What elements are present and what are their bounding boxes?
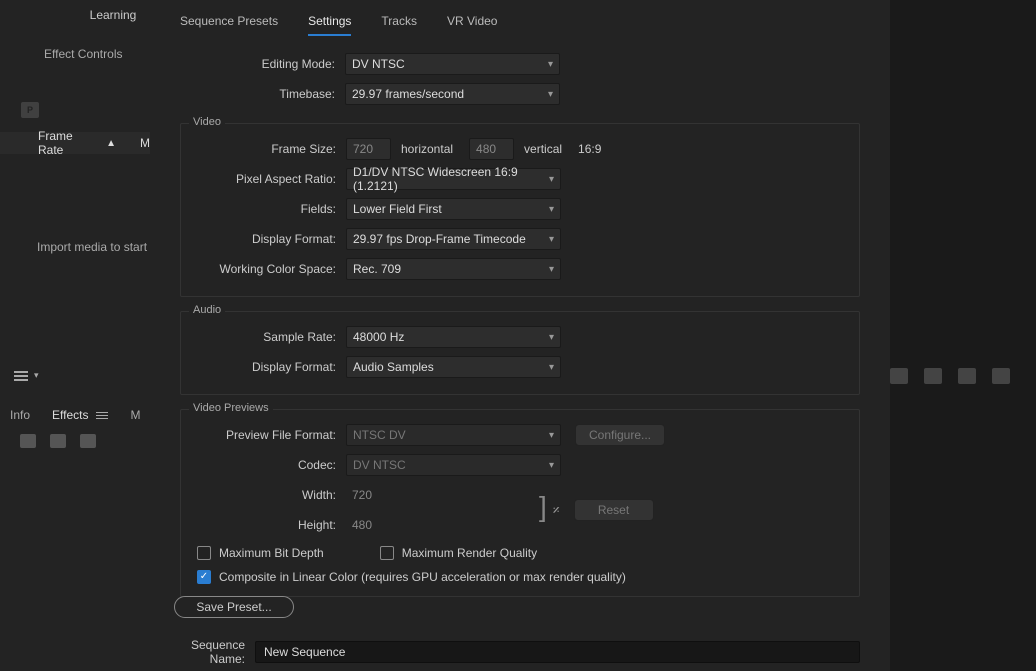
preview-height-value: 480 — [346, 514, 391, 536]
horizontal-label: horizontal — [401, 142, 453, 156]
filter-icon-3[interactable] — [80, 434, 96, 448]
fields-value: Lower Field First — [353, 202, 442, 216]
tab-vr-video[interactable]: VR Video — [447, 14, 497, 36]
tool-icon-1[interactable] — [890, 368, 908, 384]
timebase-dropdown[interactable]: 29.97 frames/second ▾ — [345, 83, 560, 105]
effects-filter-icons — [20, 434, 96, 448]
chevron-down-icon: ▾ — [548, 89, 553, 100]
color-space-value: Rec. 709 — [353, 262, 401, 276]
panel-tab-info[interactable]: Info — [10, 408, 30, 422]
preview-width-value: 720 — [346, 484, 391, 506]
aspect-ratio-text: 16:9 — [578, 142, 601, 156]
column-header-media-initial: M — [140, 136, 150, 150]
new-sequence-dialog: Sequence Presets Settings Tracks VR Vide… — [150, 0, 890, 671]
video-group: Video Frame Size: 720 horizontal 480 ver… — [180, 123, 860, 297]
panel-tab-effect-controls[interactable]: Effect Controls — [44, 47, 122, 61]
chevron-down-icon: ▾ — [549, 332, 554, 343]
panel-tab-effects[interactable]: Effects — [52, 408, 88, 422]
max-bit-depth-checkbox[interactable] — [197, 546, 211, 560]
chevron-down-icon: ▾ — [549, 460, 554, 471]
editing-mode-dropdown[interactable]: DV NTSC ▾ — [345, 53, 560, 75]
panel-options-button[interactable]: ▾ — [14, 370, 39, 381]
chevron-down-icon: ▾ — [34, 370, 39, 381]
bracket-icon: ] — [539, 493, 547, 521]
reset-button: Reset — [574, 499, 654, 521]
panel-tab-m[interactable]: M — [130, 408, 140, 422]
preview-file-format-label: Preview File Format: — [191, 428, 346, 442]
composite-linear-label: Composite in Linear Color (requires GPU … — [219, 570, 626, 584]
editing-mode-label: Editing Mode: — [180, 57, 345, 71]
audio-group: Audio Sample Rate: 48000 Hz▾ Display For… — [180, 311, 860, 395]
timebase-label: Timebase: — [180, 87, 345, 101]
composite-linear-checkbox[interactable] — [197, 570, 211, 584]
list-icon — [14, 371, 28, 381]
save-preset-button[interactable]: Save Preset... — [174, 596, 294, 618]
video-display-format-label: Display Format: — [191, 232, 346, 246]
sample-rate-label: Sample Rate: — [191, 330, 346, 344]
tool-icon-3[interactable] — [958, 368, 976, 384]
filter-icon-2[interactable] — [50, 434, 66, 448]
sort-asc-icon: ▲ — [106, 138, 116, 149]
left-panel-bg — [0, 0, 150, 671]
pixel-aspect-label: Pixel Aspect Ratio: — [191, 172, 346, 186]
chevron-down-icon: ▾ — [549, 430, 554, 441]
audio-display-format-value: Audio Samples — [353, 360, 434, 374]
audio-display-format-dropdown[interactable]: Audio Samples ▾ — [346, 356, 561, 378]
column-header-frame-rate[interactable]: Frame Rate ▲ M — [0, 132, 150, 154]
pixel-aspect-value: D1/DV NTSC Widescreen 16:9 (1.2121) — [353, 165, 549, 193]
chevron-down-icon: ▾ — [549, 174, 554, 185]
preview-file-format-dropdown: NTSC DV ▾ — [346, 424, 561, 446]
import-media-hint: Import media to start — [37, 240, 147, 254]
fields-dropdown[interactable]: Lower Field First ▾ — [346, 198, 561, 220]
max-bit-depth-label: Maximum Bit Depth — [219, 546, 324, 560]
sequence-name-input[interactable] — [255, 641, 860, 663]
pixel-aspect-dropdown[interactable]: D1/DV NTSC Widescreen 16:9 (1.2121)▾ — [346, 168, 561, 190]
chevron-down-icon: ▾ — [549, 204, 554, 215]
column-header-label: Frame Rate — [38, 129, 100, 157]
audio-group-title: Audio — [189, 304, 225, 316]
tab-tracks[interactable]: Tracks — [381, 14, 417, 36]
tool-icon-4[interactable] — [992, 368, 1010, 384]
panel-p-icon[interactable]: P — [21, 102, 39, 118]
preview-height-label: Height: — [191, 518, 346, 532]
audio-display-format-label: Display Format: — [191, 360, 346, 374]
link-icon[interactable]: 𝄎 — [553, 502, 560, 519]
sample-rate-value: 48000 Hz — [353, 330, 404, 344]
editing-mode-value: DV NTSC — [352, 57, 405, 71]
codec-value: DV NTSC — [353, 458, 406, 472]
chevron-down-icon: ▾ — [549, 362, 554, 373]
sample-rate-dropdown[interactable]: 48000 Hz ▾ — [346, 326, 561, 348]
max-render-quality-label: Maximum Render Quality — [402, 546, 537, 560]
color-space-label: Working Color Space: — [191, 262, 346, 276]
configure-button: Configure... — [575, 424, 665, 446]
codec-dropdown: DV NTSC ▾ — [346, 454, 561, 476]
preview-width-label: Width: — [191, 488, 346, 502]
video-display-format-dropdown[interactable]: 29.97 fps Drop-Frame Timecode ▾ — [346, 228, 561, 250]
chevron-down-icon: ▾ — [548, 59, 553, 70]
chevron-down-icon: ▾ — [549, 234, 554, 245]
video-display-format-value: 29.97 fps Drop-Frame Timecode — [353, 232, 526, 246]
video-group-title: Video — [189, 116, 225, 128]
timeline-tool-icons — [890, 368, 1010, 384]
video-previews-title: Video Previews — [189, 402, 273, 414]
max-render-quality-checkbox[interactable] — [380, 546, 394, 560]
timebase-value: 29.97 frames/second — [352, 87, 464, 101]
filter-icon-1[interactable] — [20, 434, 36, 448]
video-previews-group: Video Previews Preview File Format: NTSC… — [180, 409, 860, 597]
sequence-name-label: Sequence Name: — [165, 638, 255, 666]
fields-label: Fields: — [191, 202, 346, 216]
chevron-down-icon: ▾ — [549, 264, 554, 275]
panel-menu-icon[interactable] — [96, 412, 108, 419]
tab-sequence-presets[interactable]: Sequence Presets — [180, 14, 278, 36]
preview-file-format-value: NTSC DV — [353, 428, 406, 442]
color-space-dropdown[interactable]: Rec. 709 ▾ — [346, 258, 561, 280]
codec-label: Codec: — [191, 458, 346, 472]
workspace-tab-learning[interactable]: Learning — [77, 0, 149, 30]
tab-settings[interactable]: Settings — [308, 14, 351, 36]
vertical-label: vertical — [524, 142, 562, 156]
frame-height-input[interactable]: 480 — [469, 138, 514, 160]
tool-icon-2[interactable] — [924, 368, 942, 384]
frame-width-input[interactable]: 720 — [346, 138, 391, 160]
frame-size-label: Frame Size: — [191, 142, 346, 156]
